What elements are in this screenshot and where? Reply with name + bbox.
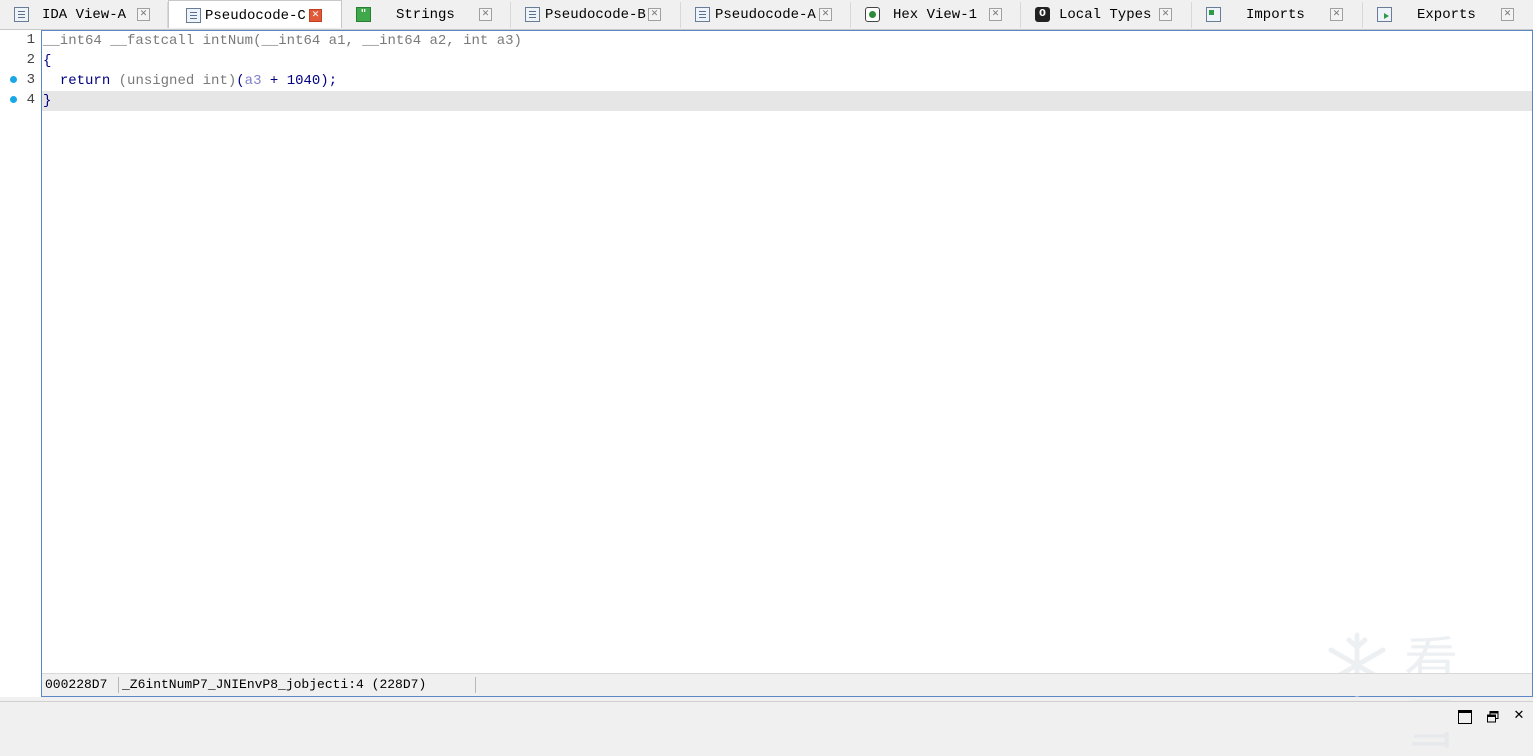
close-icon[interactable]: ✕	[137, 8, 150, 21]
editor-status-line: 000228D7 _Z6intNumP7_JNIEnvP8_jobjecti:4…	[42, 673, 1532, 696]
bottom-panel-bar: ✕	[0, 701, 1533, 732]
exports-icon	[1377, 7, 1392, 22]
restore-icon[interactable]	[1486, 710, 1500, 724]
line-number-gutter[interactable]: 1 2 3 4	[0, 30, 41, 697]
tab-hex-view-1[interactable]: Hex View-1 ✕	[851, 2, 1021, 28]
current-address: 000228D7	[45, 677, 108, 692]
tab-label: Local Types	[1059, 7, 1152, 23]
code-line[interactable]: return (unsigned int)(a3 + 1040);	[42, 71, 1532, 91]
close-icon[interactable]: ✕	[1501, 8, 1514, 21]
close-icon[interactable]: ✕	[479, 8, 492, 21]
line-number: 2	[26, 52, 35, 68]
pseudocode-editor[interactable]: __int64 __fastcall intNum ( __int64 a1, __…	[41, 30, 1533, 756]
code-line[interactable]: {	[42, 51, 1532, 71]
close-icon[interactable]: ✕	[648, 8, 661, 21]
close-panel-icon[interactable]: ✕	[1512, 709, 1526, 724]
tab-label: Pseudocode-B	[545, 7, 646, 23]
open-paren: (	[236, 73, 245, 89]
type-cast: (unsigned int)	[118, 73, 237, 89]
current-location: _Z6intNumP7_JNIEnvP8_jobjecti:4 (228D7)	[122, 677, 427, 692]
tab-label: IDA View-A	[42, 7, 127, 23]
tab-local-types[interactable]: 0 Local Types ✕	[1021, 2, 1192, 28]
tab-exports[interactable]: Exports ✕	[1363, 2, 1533, 28]
tab-label: Exports	[1417, 7, 1476, 23]
open-brace: {	[43, 53, 52, 69]
return-type: __int64 __fastcall	[43, 33, 203, 49]
tab-ida-view-a[interactable]: IDA View-A ✕	[0, 2, 168, 28]
code-line-current[interactable]: }	[42, 91, 1532, 111]
parameter-list[interactable]: __int64 a1, __int64 a2, int a3	[261, 33, 513, 49]
tab-strings[interactable]: " Strings ✕	[342, 2, 511, 28]
list-icon	[14, 7, 29, 22]
tab-label: Pseudocode-A	[715, 7, 816, 23]
line-number: 1	[26, 32, 35, 48]
close-icon[interactable]: ✕	[309, 9, 322, 22]
breakpoint-dot-icon[interactable]	[10, 76, 17, 83]
close-icon[interactable]: ✕	[819, 8, 832, 21]
tab-imports[interactable]: Imports ✕	[1192, 2, 1363, 28]
list-icon	[525, 7, 540, 22]
function-name[interactable]: intNum	[203, 33, 253, 49]
strings-icon: "	[356, 7, 371, 22]
maximize-icon[interactable]	[1458, 710, 1472, 724]
local-types-icon: 0	[1035, 7, 1050, 22]
line-number: 3	[26, 72, 35, 88]
return-keyword: return	[59, 73, 111, 89]
tab-label: Imports	[1246, 7, 1305, 23]
tab-label: Hex View-1	[893, 7, 978, 23]
variable-a3[interactable]: a3	[245, 73, 262, 89]
line-number: 4	[26, 92, 35, 108]
tab-label: Strings	[396, 7, 455, 23]
tab-pseudocode-c[interactable]: Pseudocode-C ✕	[168, 0, 342, 28]
code-line[interactable]: __int64 __fastcall intNum(__int64 a1, __…	[42, 31, 1532, 51]
imports-icon	[1206, 7, 1221, 22]
divider	[475, 677, 476, 693]
close-paren: )	[513, 33, 522, 49]
list-icon	[695, 7, 710, 22]
tab-label: Pseudocode-C	[205, 8, 306, 24]
close-icon[interactable]: ✕	[1330, 8, 1343, 21]
tab-pseudocode-a[interactable]: Pseudocode-A ✕	[681, 2, 851, 28]
tab-bar: IDA View-A ✕ Pseudocode-C ✕ " Strings ✕ …	[0, 0, 1533, 30]
close-icon[interactable]: ✕	[1159, 8, 1172, 21]
expression-rest: + 1040);	[261, 73, 338, 89]
close-brace: }	[43, 93, 52, 109]
breakpoint-dot-icon[interactable]	[10, 96, 17, 103]
hex-icon	[865, 7, 880, 22]
tab-pseudocode-b[interactable]: Pseudocode-B ✕	[511, 2, 681, 28]
close-icon[interactable]: ✕	[989, 8, 1002, 21]
list-icon	[186, 8, 201, 23]
